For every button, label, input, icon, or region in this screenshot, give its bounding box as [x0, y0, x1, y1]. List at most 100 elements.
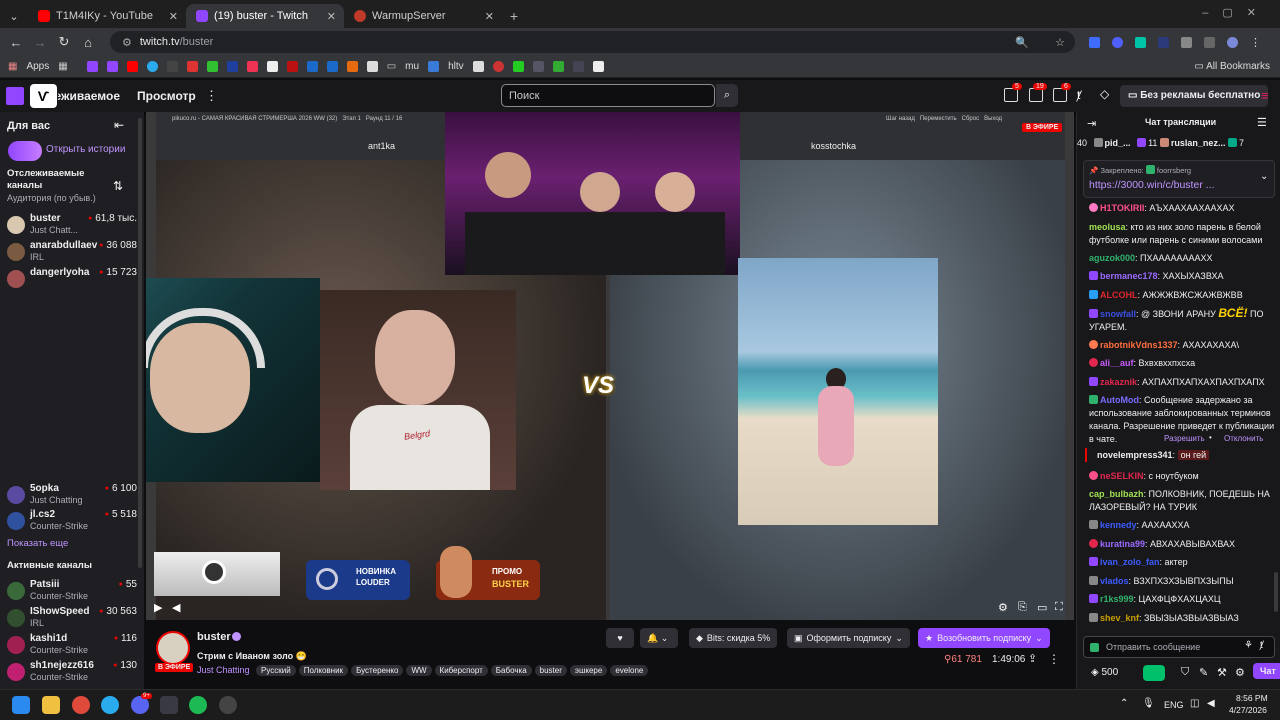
- bookmark-icon[interactable]: [326, 61, 338, 72]
- bookmark-icon[interactable]: [266, 61, 278, 72]
- sidebar-item-dangerlyoha[interactable]: dangerlyoha 15 723: [7, 267, 137, 295]
- bookmark-icon[interactable]: [552, 61, 564, 72]
- chat-username[interactable]: meolusa: [1089, 222, 1126, 232]
- close-icon[interactable]: ✕: [327, 10, 336, 23]
- bookmark-icon[interactable]: [512, 61, 524, 72]
- sort-icon[interactable]: ⇅: [113, 179, 123, 193]
- microphone-icon[interactable]: 🎙: [1142, 698, 1155, 709]
- volume-icon[interactable]: ◀: [1207, 698, 1215, 709]
- whispers-icon[interactable]: [1029, 88, 1043, 102]
- new-tab-button[interactable]: +: [502, 4, 526, 28]
- bookmark-icon[interactable]: [206, 61, 218, 72]
- bookmark-icon[interactable]: [126, 61, 138, 72]
- back-arrow-icon[interactable]: ←: [4, 35, 28, 50]
- chat-username[interactable]: kennedy: [1100, 520, 1137, 530]
- tag[interactable]: эшкере: [569, 665, 608, 676]
- windows-start-icon[interactable]: [12, 696, 30, 714]
- chat-username[interactable]: bermanec178: [1100, 271, 1158, 281]
- bookmark-icon[interactable]: [306, 61, 318, 72]
- more-menu-icon[interactable]: ⋮: [205, 88, 218, 104]
- media-icon[interactable]: [1204, 36, 1215, 48]
- sidebar-item-ishowspeed[interactable]: IShowSpeed IRL 30 563: [7, 606, 137, 634]
- chat-send-button[interactable]: Чат: [1253, 663, 1280, 679]
- promo-banner-1[interactable]: [154, 552, 280, 596]
- no-ads-button[interactable]: ▭ Без рекламы бесплатно: [1120, 85, 1269, 107]
- bookmark-icon[interactable]: [86, 61, 98, 72]
- chat-scrollbar[interactable]: [1274, 572, 1278, 612]
- all-bookmarks[interactable]: ▭ All Bookmarks: [1194, 61, 1270, 72]
- bookmark-icon[interactable]: [246, 61, 258, 72]
- file-explorer-icon[interactable]: [42, 696, 60, 714]
- extension-icon[interactable]: [1158, 36, 1169, 48]
- chat-username[interactable]: r1ks999: [1100, 594, 1134, 604]
- theatre-mode-icon[interactable]: ▭: [1037, 601, 1047, 614]
- notifications-icon[interactable]: [1053, 88, 1067, 102]
- more-options-icon[interactable]: ⋮: [1048, 652, 1060, 666]
- bookmark-icon[interactable]: [492, 61, 504, 72]
- bookmark-icon[interactable]: [572, 61, 584, 72]
- settings-gear-icon[interactable]: ⚙: [998, 601, 1008, 614]
- shield-icon[interactable]: ⛉: [1181, 666, 1189, 679]
- bookmark-star-icon[interactable]: ☆: [1055, 36, 1065, 49]
- tag[interactable]: WW: [406, 665, 432, 676]
- chrome-icon[interactable]: [72, 696, 90, 714]
- clip-icon[interactable]: ⎘: [1018, 601, 1027, 614]
- gifter-name[interactable]: ruslan_nez...: [1171, 138, 1226, 148]
- tray-chevron-up-icon[interactable]: ⌃: [1120, 698, 1128, 709]
- chat-username[interactable]: ivan_zolo_fan: [1100, 557, 1160, 567]
- 7tv-emote-icon[interactable]: ⱦ: [1260, 640, 1263, 651]
- search-input[interactable]: Поиск: [501, 84, 715, 107]
- open-stories-link[interactable]: Открыть истории: [46, 144, 125, 155]
- spotify-icon[interactable]: [189, 696, 207, 714]
- nav-browse[interactable]: Просмотр: [137, 89, 196, 103]
- bookmark-icon[interactable]: [186, 61, 198, 72]
- site-info-icon[interactable]: ⚙: [122, 36, 132, 49]
- bookmark-hltv[interactable]: hltv: [448, 61, 464, 72]
- steam-icon[interactable]: [160, 696, 178, 714]
- pinned-message[interactable]: 📌 Закреплено: foorrsberg https://3000.wi…: [1083, 160, 1275, 198]
- sidebar-item-buster[interactable]: buster Just Chatt... 61,8 тыс.: [7, 213, 137, 241]
- chat-username[interactable]: ALCOHL: [1100, 290, 1138, 300]
- clock-date[interactable]: 4/27/2026: [1229, 705, 1267, 715]
- resubscribe-button[interactable]: ★ Возобновить подписку ⌄: [918, 628, 1050, 648]
- chat-username[interactable]: vlados: [1100, 576, 1129, 586]
- promo-buster[interactable]: ПРОМО BUSTER: [436, 546, 540, 600]
- collapse-chat-icon[interactable]: ⇥: [1087, 117, 1096, 130]
- play-icon[interactable]: ▶: [154, 601, 162, 614]
- prime-menu-icon[interactable]: ≡: [1261, 88, 1269, 103]
- url-field[interactable]: ⚙ twitch.tv/buster 🔍 ☆: [110, 31, 1075, 53]
- bookmark-icon[interactable]: [286, 61, 298, 72]
- tag[interactable]: Бабочка: [490, 665, 532, 676]
- bookmark-apps[interactable]: Apps: [26, 61, 49, 72]
- bookmark-icon[interactable]: [166, 61, 178, 72]
- pencil-icon[interactable]: ✎: [1199, 666, 1208, 679]
- notifications-bell-button[interactable]: 🔔 ⌄: [640, 628, 678, 648]
- language-indicator[interactable]: ENG: [1164, 700, 1184, 710]
- 7tv-icon[interactable]: ⱦ: [1077, 88, 1080, 102]
- mod-tool-icon[interactable]: ⚒: [1217, 666, 1227, 679]
- bits-button[interactable]: ◆ Bits: скидка 5%: [689, 628, 778, 648]
- chat-input[interactable]: Отправить сообщение ⚘ ⱦ: [1083, 636, 1275, 658]
- share-icon[interactable]: ⇪: [1028, 652, 1037, 665]
- bits-gem-icon[interactable]: ◇: [1100, 87, 1109, 101]
- zoom-icon[interactable]: 🔍: [1015, 36, 1029, 49]
- tab-search-icon[interactable]: ⌄: [0, 4, 28, 28]
- subscribe-button[interactable]: ▣ Оформить подписку ⌄: [787, 628, 910, 648]
- telegram-icon[interactable]: [101, 696, 119, 714]
- search-icon[interactable]: ⌕: [716, 84, 738, 107]
- chat-username[interactable]: novelempress341: [1097, 450, 1173, 460]
- chat-users-icon[interactable]: ☰: [1257, 116, 1267, 129]
- extension-icon[interactable]: [1089, 36, 1100, 48]
- stories-avatars[interactable]: [8, 141, 42, 161]
- tag[interactable]: Русский: [256, 665, 296, 676]
- sidebar-item-jlcs2[interactable]: jl.cs2 Counter-Strike 5 518: [7, 509, 137, 537]
- reload-icon[interactable]: ↻: [52, 34, 76, 50]
- tag[interactable]: evelone: [610, 665, 649, 676]
- chevron-down-icon[interactable]: ⌄: [1260, 171, 1268, 182]
- tag[interactable]: Полковник: [298, 665, 349, 676]
- network-icon[interactable]: ◫: [1190, 698, 1199, 709]
- emote-picker-icon[interactable]: ⚘: [1244, 640, 1253, 651]
- tag[interactable]: Бустеренко: [351, 665, 404, 676]
- channel-name[interactable]: buster: [197, 631, 231, 643]
- sidebar-item-sh1nejezz616[interactable]: sh1nejezz616 Counter-Strike 130: [7, 660, 137, 688]
